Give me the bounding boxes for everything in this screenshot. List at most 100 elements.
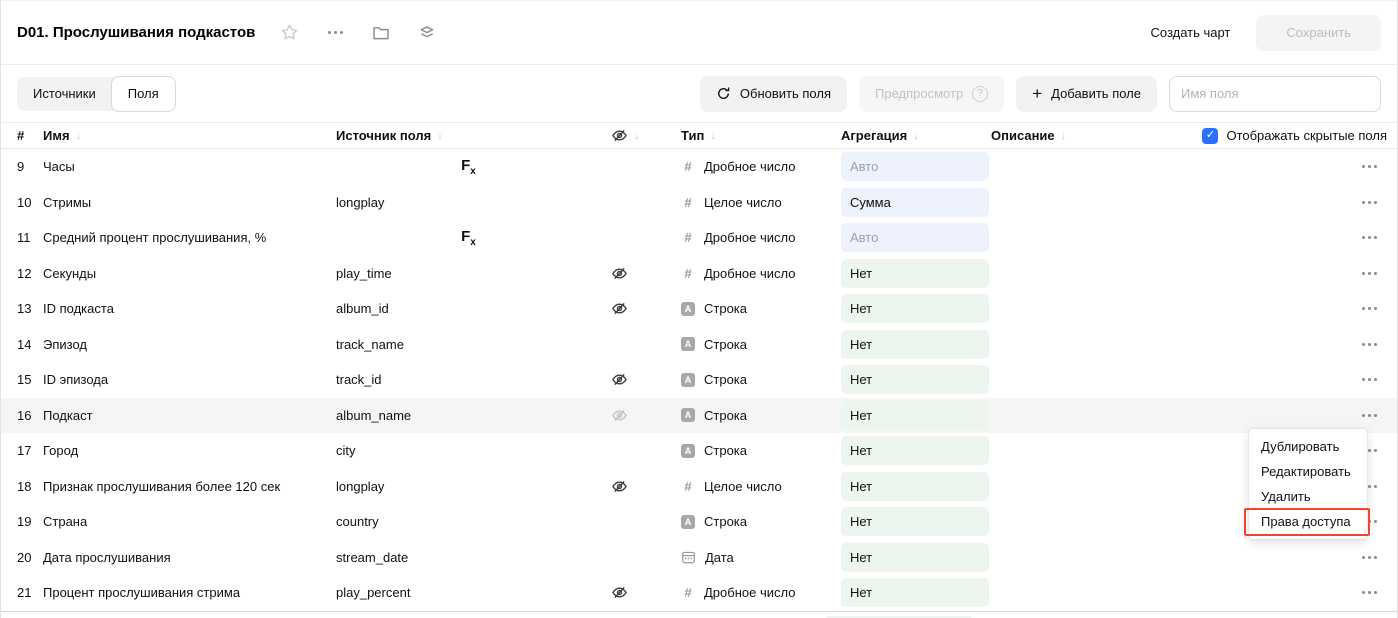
field-type-select[interactable]: AСтрока	[661, 514, 841, 529]
aggregation-select[interactable]: Нет	[841, 507, 991, 536]
field-name-input[interactable]	[1169, 76, 1381, 112]
field-type-label: Дробное число	[704, 585, 795, 600]
row-actions-button[interactable]	[1325, 236, 1381, 239]
row-number: 18	[17, 479, 43, 494]
row-actions-button[interactable]	[1325, 591, 1381, 594]
page-title: D01. Прослушивания подкастов	[17, 24, 255, 41]
create-chart-button[interactable]: Создать чарт	[1150, 25, 1230, 40]
favorite-star-icon[interactable]	[279, 23, 299, 43]
aggregation-value: Нет	[841, 507, 989, 536]
field-name: Часы	[43, 159, 336, 174]
field-type-select[interactable]: AСтрока	[661, 372, 841, 387]
preview-button[interactable]: Предпросмотр ?	[859, 76, 1004, 112]
column-header-visibility[interactable]: ↓	[611, 127, 661, 144]
show-hidden-fields-toggle[interactable]: ✓ Отображать скрытые поля	[1202, 123, 1387, 148]
row-actions-button[interactable]	[1325, 378, 1381, 381]
table-row: 12 Секунды play_time #Дробное число Нет	[1, 256, 1397, 292]
row-actions-button[interactable]	[1325, 272, 1381, 275]
field-type-select[interactable]: #Целое число	[661, 479, 841, 494]
field-type-select[interactable]: AСтрока	[661, 337, 841, 352]
row-number: 19	[17, 514, 43, 529]
aggregation-select[interactable]: Нет	[841, 543, 991, 572]
field-type-select[interactable]: #Дробное число	[661, 266, 841, 281]
context-menu-item[interactable]: Дублировать	[1249, 434, 1367, 459]
aggregation-select[interactable]: Нет	[841, 365, 991, 394]
aggregation-select[interactable]: Нет	[841, 436, 991, 465]
number-type-icon: #	[681, 266, 695, 281]
aggregation-select[interactable]: Нет	[841, 259, 991, 288]
eye-slash-icon[interactable]	[611, 478, 661, 495]
row-actions-button[interactable]	[1325, 414, 1381, 417]
context-menu-item[interactable]: Редактировать	[1249, 459, 1367, 484]
aggregation-select[interactable]: Нет	[841, 330, 991, 359]
tab-inactive[interactable]: Источники	[17, 77, 112, 111]
ellipsis-icon	[1362, 307, 1377, 310]
aggregation-select[interactable]: Нет	[841, 472, 991, 501]
field-type-select[interactable]: #Целое число	[661, 195, 841, 210]
ellipsis-icon	[1362, 556, 1377, 559]
column-header-aggregation[interactable]: Агрегация↓	[841, 128, 991, 143]
field-source: Fx	[336, 157, 611, 177]
row-number: 14	[17, 337, 43, 352]
checkbox-checked-icon: ✓	[1202, 128, 1218, 144]
ellipsis-icon	[1362, 414, 1377, 417]
field-type-select[interactable]: AСтрока	[661, 408, 841, 423]
aggregation-value: Сумма	[841, 188, 989, 217]
context-menu-item[interactable]: Права доступа	[1249, 509, 1367, 534]
aggregation-value: Авто	[841, 152, 989, 181]
save-button[interactable]: Сохранить	[1256, 15, 1381, 51]
aggregation-select[interactable]: Нет	[841, 294, 991, 323]
aggregation-select[interactable]: Нет	[841, 578, 991, 607]
row-number: 21	[17, 585, 43, 600]
refresh-fields-button[interactable]: Обновить поля	[700, 76, 847, 112]
eye-slash-icon[interactable]	[611, 371, 661, 388]
field-type-select[interactable]: #Дробное число	[661, 230, 841, 245]
ellipsis-icon	[1362, 591, 1377, 594]
field-name: Город	[43, 443, 336, 458]
row-actions-button[interactable]	[1325, 307, 1381, 310]
field-source: play_time	[336, 266, 611, 281]
row-number: 16	[17, 408, 43, 423]
eye-slash-icon[interactable]	[611, 300, 661, 317]
field-name: Секунды	[43, 266, 336, 281]
eye-slash-icon[interactable]	[611, 407, 661, 424]
field-type-select[interactable]: Дата	[661, 550, 841, 565]
folder-icon[interactable]	[371, 23, 391, 43]
field-type-label: Строка	[704, 372, 747, 387]
field-type-select[interactable]: AСтрока	[661, 301, 841, 316]
column-header-name[interactable]: Имя↓	[43, 128, 336, 143]
column-header-source[interactable]: Источник поля↓	[336, 128, 611, 143]
field-name: Процент прослушивания стрима	[43, 585, 336, 600]
table-row: 14 Эпизод track_name AСтрока Нет	[1, 327, 1397, 363]
field-context-menu: ДублироватьРедактироватьУдалитьПрава дос…	[1249, 429, 1367, 539]
table-row-partial: #	[1, 611, 1397, 618]
field-type-label: Строка	[704, 337, 747, 352]
field-type-select[interactable]: #Дробное число	[661, 585, 841, 600]
more-options-icon[interactable]	[325, 23, 345, 43]
tab-active[interactable]: Поля	[112, 77, 175, 111]
row-number: 12	[17, 266, 43, 281]
field-type-select[interactable]: AСтрока	[661, 443, 841, 458]
aggregation-select[interactable]: Авто	[841, 223, 991, 252]
table-row: 20 Дата прослушивания stream_date Дата Н…	[1, 540, 1397, 576]
aggregation-select[interactable]: Сумма	[841, 188, 991, 217]
field-type-select[interactable]: #Дробное число	[661, 159, 841, 174]
ellipsis-icon	[1362, 272, 1377, 275]
aggregation-select[interactable]: Нет	[841, 401, 991, 430]
aggregation-select[interactable]: Авто	[841, 152, 991, 181]
context-menu-item[interactable]: Удалить	[1249, 484, 1367, 509]
row-actions-button[interactable]	[1325, 201, 1381, 204]
eye-slash-icon[interactable]	[611, 584, 661, 601]
eye-slash-icon[interactable]	[611, 265, 661, 282]
refresh-icon	[716, 86, 731, 101]
row-actions-button[interactable]	[1325, 343, 1381, 346]
column-header-type[interactable]: Тип↓	[661, 128, 841, 143]
aggregation-value: Нет	[841, 436, 989, 465]
layers-icon[interactable]	[417, 23, 437, 43]
row-actions-button[interactable]	[1325, 556, 1381, 559]
table-row: 15 ID эпизода track_id AСтрока Нет	[1, 362, 1397, 398]
field-name: Средний процент прослушивания, %	[43, 230, 336, 245]
row-actions-button[interactable]	[1325, 165, 1381, 168]
add-field-button[interactable]: + Добавить поле	[1016, 76, 1157, 112]
eye-slash-icon	[611, 127, 628, 144]
